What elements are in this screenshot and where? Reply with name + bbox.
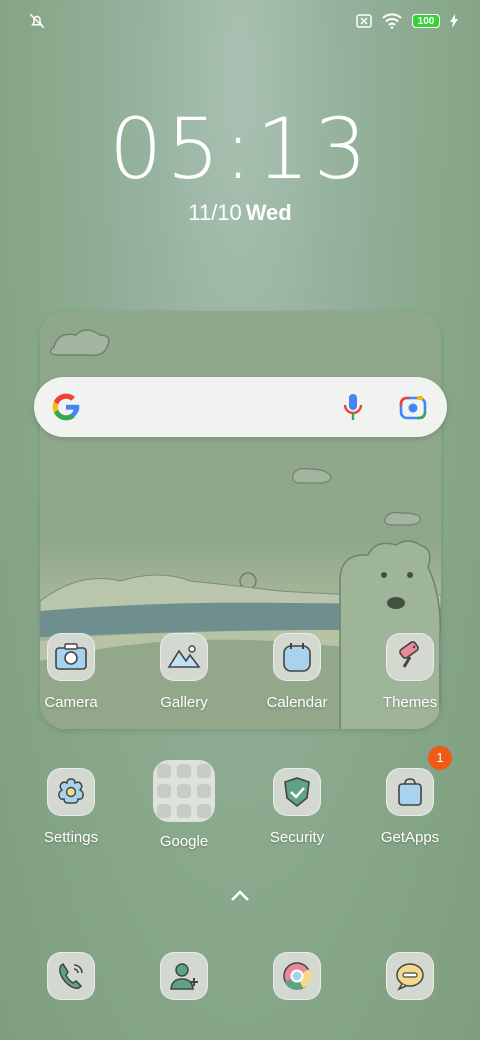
- date-text: 11/10: [188, 200, 242, 225]
- status-icons: 100: [356, 12, 458, 30]
- notification-badge: 1: [428, 746, 452, 770]
- google-search-bar[interactable]: [34, 377, 447, 437]
- app-security[interactable]: Security: [242, 768, 352, 846]
- dock-phone[interactable]: [16, 952, 126, 1000]
- chevron-up-icon[interactable]: [228, 888, 252, 904]
- dock-contacts[interactable]: [129, 952, 239, 1000]
- app-label: Google: [159, 833, 209, 850]
- clock-date: 11/10 Wed: [0, 200, 480, 226]
- gear-icon: [47, 768, 95, 816]
- folder-icon: [153, 760, 215, 822]
- google-logo-icon: [52, 393, 80, 421]
- app-label: Gallery: [160, 694, 208, 711]
- microphone-icon[interactable]: [342, 392, 364, 422]
- dock-messages[interactable]: [355, 952, 465, 1000]
- phone-icon: [47, 952, 95, 1000]
- app-label: Themes: [382, 694, 438, 711]
- contacts-icon: [160, 952, 208, 1000]
- charging-icon: [450, 14, 458, 28]
- app-camera[interactable]: Camera: [16, 633, 126, 711]
- folder-google[interactable]: Google: [129, 760, 239, 850]
- chrome-icon: [273, 952, 321, 1000]
- app-label: Security: [269, 829, 325, 846]
- shopping-bag-icon: [386, 768, 434, 816]
- app-label: GetApps: [380, 829, 440, 846]
- google-lens-icon[interactable]: [399, 394, 427, 420]
- app-label: Settings: [43, 829, 99, 846]
- app-label: Calendar: [266, 694, 328, 711]
- app-settings[interactable]: Settings: [16, 768, 126, 846]
- weekday-text: Wed: [245, 200, 292, 225]
- clock-time: 05:13: [108, 100, 372, 198]
- app-getapps[interactable]: GetApps: [355, 768, 465, 846]
- app-label: Camera: [44, 694, 98, 711]
- camera-icon: [47, 633, 95, 681]
- calendar-icon: [273, 633, 321, 681]
- dock-chrome[interactable]: [242, 952, 352, 1000]
- app-calendar[interactable]: Calendar: [242, 633, 352, 711]
- silent-notifications-icon: [29, 13, 45, 29]
- app-gallery[interactable]: Gallery: [129, 633, 239, 711]
- messages-icon: [386, 952, 434, 1000]
- app-themes[interactable]: Themes: [355, 633, 465, 711]
- battery-indicator: 100: [412, 14, 440, 28]
- sim-no-signal-icon: [356, 14, 372, 28]
- wifi-icon: [382, 13, 402, 29]
- shield-icon: [273, 768, 321, 816]
- paint-roller-icon: [386, 633, 434, 681]
- gallery-icon: [160, 633, 208, 681]
